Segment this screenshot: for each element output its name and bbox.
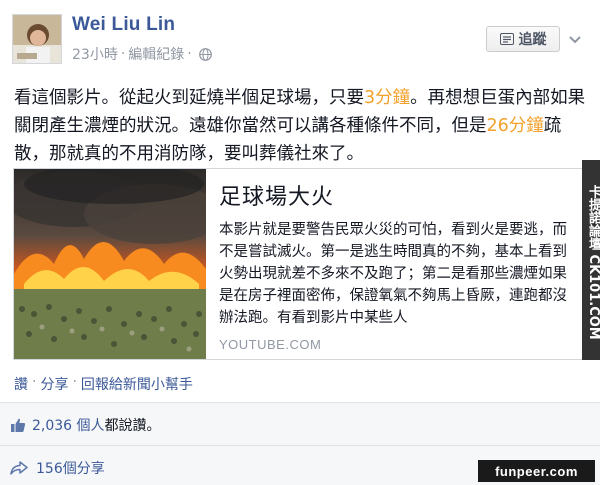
thumbs-up-icon	[11, 418, 26, 432]
share-count-link[interactable]: 156個分享	[36, 458, 105, 478]
likes-summary: 2,036 個人 都說讚。	[10, 415, 161, 435]
author-avatar[interactable]	[12, 14, 62, 64]
meta-separator: ·	[120, 46, 126, 62]
shares-summary: 156個分享	[10, 458, 105, 478]
follow-label: 追蹤	[518, 32, 547, 48]
chevron-down-icon[interactable]	[568, 30, 582, 44]
action-separator: ·	[32, 374, 37, 390]
author-name[interactable]: Wei Liu Lin	[72, 14, 175, 36]
post-text-highlight-1: 3分鐘	[364, 88, 411, 108]
link-card-title[interactable]: 足球場大火	[219, 179, 575, 211]
post-time[interactable]: 23小時	[72, 44, 118, 64]
rss-icon	[499, 33, 514, 45]
like-suffix: 都說讚。	[104, 418, 161, 434]
globe-icon[interactable]	[198, 47, 212, 61]
like-count-link[interactable]: 2,036 個人	[32, 415, 105, 435]
follow-button[interactable]: 追蹤	[486, 26, 560, 52]
share-arrow-icon	[10, 461, 28, 475]
post-text-highlight-2: 26分鐘	[486, 116, 544, 136]
link-card-text: 足球場大火 本影片就是要警告民眾火災的可怕，看到火是要逃，而不是嘗試滅火。第一是…	[219, 179, 575, 352]
link-card-domain: YOUTUBE.COM	[219, 337, 322, 352]
post-meta: 23小時 · 編輯紀錄 ·	[72, 44, 212, 64]
link-preview-card[interactable]: 足球場大火 本影片就是要警告民眾火災的可怕，看到火是要逃，而不是嘗試滅火。第一是…	[13, 168, 583, 360]
bottom-watermark: funpeer.com	[478, 460, 595, 482]
link-card-description: 本影片就是要警告民眾火災的可怕，看到火是要逃，而不是嘗試滅火。第一是逃生時間真的…	[219, 222, 567, 326]
post-text-1: 看這個影片。從起火到延燒半個足球場，只要	[14, 88, 364, 108]
video-thumbnail[interactable]	[14, 169, 206, 359]
share-action[interactable]: 分享	[40, 374, 68, 394]
facebook-post: Wei Liu Lin 23小時 · 編輯紀錄 · 追蹤 看這個影片。從起火到延…	[0, 0, 600, 485]
divider	[0, 445, 600, 446]
report-helper-action[interactable]: 回報給新聞小幫手	[81, 374, 193, 394]
like-action[interactable]: 讚	[14, 374, 28, 394]
side-watermark: 卡提諾論壇 CK101.COM	[582, 160, 600, 360]
post-actions: 讚 · 分享 · 回報給新聞小幫手	[14, 374, 193, 394]
meta-separator: ·	[187, 46, 192, 62]
action-separator: ·	[72, 374, 77, 390]
post-body: 看這個影片。從起火到延燒半個足球場，只要3分鐘。再想想巨蛋內部如果關閉產生濃煙的…	[14, 84, 589, 168]
edit-history-link[interactable]: 編輯紀錄	[128, 44, 184, 64]
